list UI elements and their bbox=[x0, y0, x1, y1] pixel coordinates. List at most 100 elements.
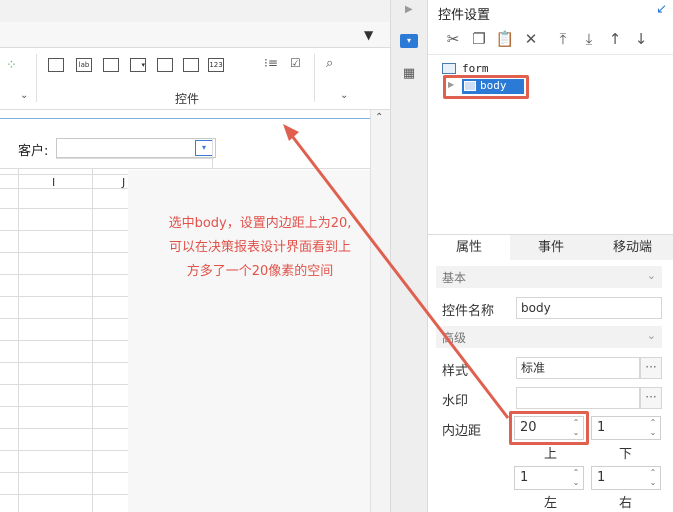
label-widget-icon[interactable]: lab bbox=[76, 58, 92, 72]
section-advanced-label: 高级 bbox=[442, 331, 467, 345]
padding-left-value: 1 bbox=[520, 470, 529, 485]
annotation-text: 选中body，设置内边距上为20, 可以在决策报表设计界面看到上 方多了一个20… bbox=[150, 212, 370, 284]
watermark-more-button[interactable]: ··· bbox=[640, 387, 662, 409]
radio-group-icon[interactable]: ⁝≡ bbox=[264, 56, 278, 70]
grid-line bbox=[0, 450, 128, 451]
grid-line bbox=[56, 158, 214, 159]
tree-node-form[interactable]: form bbox=[462, 62, 489, 75]
copy-icon[interactable]: ❐ bbox=[468, 28, 490, 50]
body-node-icon bbox=[464, 81, 476, 91]
tab-events[interactable]: 事件 bbox=[510, 235, 592, 261]
search-widget-icon[interactable]: ⌕ bbox=[326, 56, 333, 71]
panel-toolbar: ✂ ❐ 📋 ✕ ⤒ ⤓ ↑ ↓ bbox=[428, 24, 673, 54]
collapse-panel-icon[interactable]: ↙ bbox=[656, 2, 667, 17]
combobox-widget-icon[interactable]: ▾ bbox=[130, 58, 146, 72]
stepper-up-icon[interactable]: ⌃ bbox=[571, 468, 581, 478]
ribbon-collapse-icon[interactable]: ⌄ bbox=[20, 90, 28, 101]
paste-icon[interactable]: 📋 bbox=[494, 28, 516, 50]
stepper-down-icon[interactable]: ⌄ bbox=[648, 478, 658, 488]
section-basic-label: 基本 bbox=[442, 271, 467, 285]
textbox-widget-icon[interactable] bbox=[103, 58, 119, 72]
grid-line bbox=[0, 384, 128, 385]
tab-properties[interactable]: 属性 bbox=[428, 235, 510, 261]
section-advanced[interactable]: 高级 ⌄ bbox=[436, 326, 662, 348]
delete-icon[interactable]: ✕ bbox=[520, 28, 542, 50]
grid-line bbox=[212, 138, 213, 168]
grid-line bbox=[0, 274, 128, 275]
stepper-up-icon[interactable]: ⌃ bbox=[571, 418, 581, 428]
annotation-line-2: 可以在决策报表设计界面看到上 bbox=[168, 240, 351, 255]
grid-line bbox=[0, 188, 128, 189]
style-field[interactable]: 标准 bbox=[516, 357, 640, 379]
watermark-label: 水印 bbox=[442, 394, 469, 409]
tree-expand-icon[interactable]: ▶ bbox=[448, 80, 454, 89]
stepper-up-icon[interactable]: ⌃ bbox=[648, 468, 658, 478]
widget-settings-panel: 控件设置 ↙ ✂ ❐ 📋 ✕ ⤒ ⤓ ↑ ↓ form ▶ body 属性 事件… bbox=[428, 0, 673, 512]
customer-label: 客户: bbox=[18, 144, 49, 159]
ribbon-separator bbox=[314, 54, 315, 102]
padding-top-stepper[interactable]: 20 ⌃ ⌄ bbox=[514, 416, 584, 440]
chevron-down-icon: ⌄ bbox=[646, 269, 656, 282]
move-top-icon[interactable]: ⤒ bbox=[552, 28, 574, 50]
palette-icon[interactable]: ⁘ bbox=[6, 58, 17, 73]
widget-settings-tab-icon[interactable]: ▾ bbox=[400, 34, 418, 48]
padding-label: 内边距 bbox=[442, 424, 482, 439]
combobox-dropdown-icon[interactable]: ▾ bbox=[195, 140, 213, 156]
chevron-down-icon: ⌄ bbox=[646, 329, 656, 342]
stepper-up-icon[interactable]: ⌃ bbox=[648, 418, 658, 428]
title-bar: ▼ bbox=[0, 22, 390, 48]
expand-arrow-icon[interactable]: ▶ bbox=[405, 4, 413, 15]
checkbox-group-icon[interactable]: ☑ bbox=[290, 56, 301, 70]
stepper-down-icon[interactable]: ⌄ bbox=[571, 478, 581, 488]
padding-bottom-caption: 下 bbox=[619, 447, 633, 462]
grid-line bbox=[0, 296, 128, 297]
move-down-icon[interactable]: ↓ bbox=[630, 28, 652, 50]
customer-combobox[interactable]: ▾ bbox=[56, 138, 216, 158]
widget-name-field[interactable]: body bbox=[516, 297, 662, 319]
grid-line bbox=[0, 362, 128, 363]
section-basic[interactable]: 基本 ⌄ bbox=[436, 266, 662, 288]
number-widget-icon[interactable]: 123 bbox=[208, 58, 224, 72]
widget-name-label: 控件名称 bbox=[442, 304, 495, 319]
move-up-icon[interactable]: ↑ bbox=[604, 28, 626, 50]
padding-right-value: 1 bbox=[597, 470, 606, 485]
grid-line bbox=[0, 174, 128, 175]
padding-bottom-value: 1 bbox=[597, 420, 606, 435]
date-widget-icon[interactable] bbox=[157, 58, 173, 72]
padding-right-stepper[interactable]: 1 ⌃ ⌄ bbox=[591, 466, 661, 490]
padding-bottom-stepper[interactable]: 1 ⌃ ⌄ bbox=[591, 416, 661, 440]
annotation-line-3: 方多了一个20像素的空间 bbox=[186, 264, 334, 279]
panel-title: 控件设置 bbox=[438, 8, 491, 23]
tree-node-body-label: body bbox=[480, 79, 507, 92]
pin-icon[interactable]: ▼ bbox=[364, 28, 373, 42]
grid-line bbox=[0, 230, 128, 231]
style-more-button[interactable]: ··· bbox=[640, 357, 662, 379]
calendar-widget-icon[interactable] bbox=[183, 58, 199, 72]
watermark-field[interactable] bbox=[516, 387, 640, 409]
widget-tree: form ▶ body bbox=[428, 54, 673, 234]
scroll-up-icon[interactable]: ⌃ bbox=[375, 112, 383, 123]
grid-line bbox=[0, 494, 128, 495]
cut-icon[interactable]: ✂ bbox=[442, 28, 464, 50]
move-bottom-icon[interactable]: ⤓ bbox=[578, 28, 600, 50]
grid-line bbox=[0, 208, 128, 209]
designer-area: ▼ ⁘ ⌄ lab ▾ 123 ⁝≡ ☑ ⌕ 控件 ⌄ 客户: ▾ I J ⌃ … bbox=[0, 0, 390, 512]
ribbon-group-collapse-icon[interactable]: ⌄ bbox=[340, 90, 348, 101]
tree-node-body[interactable]: body bbox=[462, 79, 524, 94]
button-widget-icon[interactable] bbox=[48, 58, 64, 72]
ribbon-group-label: 控件 bbox=[175, 92, 200, 106]
stepper-down-icon[interactable]: ⌄ bbox=[571, 428, 581, 438]
grid-line bbox=[0, 340, 128, 341]
top-bar bbox=[0, 0, 390, 22]
padding-top-value: 20 bbox=[520, 420, 537, 435]
ribbon-separator bbox=[36, 54, 37, 102]
grid-line bbox=[0, 168, 370, 169]
padding-right-caption: 右 bbox=[619, 496, 633, 511]
stepper-down-icon[interactable]: ⌄ bbox=[648, 428, 658, 438]
grid-line bbox=[0, 428, 128, 429]
annotation-line-1: 选中body，设置内边距上为20, bbox=[168, 216, 352, 231]
padding-left-stepper[interactable]: 1 ⌃ ⌄ bbox=[514, 466, 584, 490]
vertical-scrollbar[interactable]: ⌃ bbox=[370, 110, 390, 512]
tab-mobile[interactable]: 移动端 bbox=[592, 235, 673, 261]
layout-tab-icon[interactable]: ▦ bbox=[400, 66, 418, 82]
